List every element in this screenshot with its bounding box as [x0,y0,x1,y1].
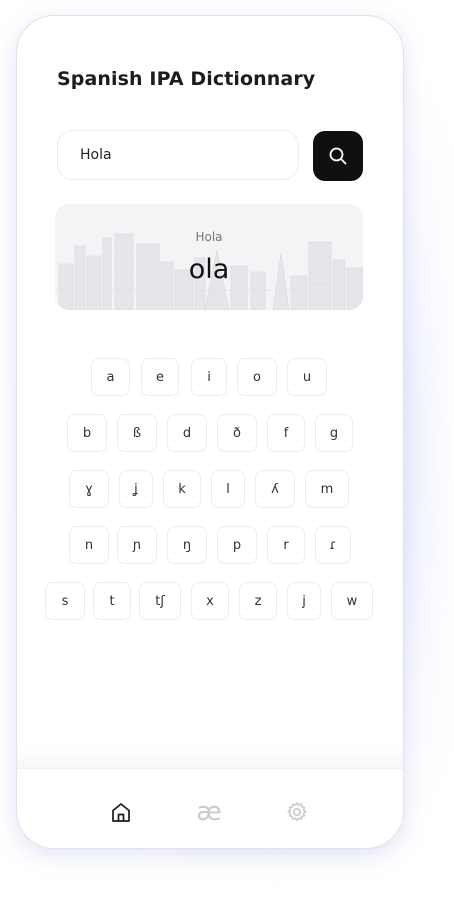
ipa-key[interactable]: j [287,582,321,620]
ipa-key[interactable]: i [191,358,227,396]
search-button[interactable] [313,131,363,181]
ipa-key[interactable]: tʃ [139,582,181,620]
keyboard-row-2: b ß d ð f g [17,414,403,454]
ipa-key[interactable]: ð [217,414,257,452]
result-word: Hola [195,230,223,244]
ipa-key[interactable]: ɲ [117,526,157,564]
ipa-key[interactable]: ɣ [69,470,109,508]
bottom-nav: æ [17,768,403,848]
ipa-key[interactable]: s [45,582,85,620]
ae-icon: æ [196,797,222,827]
ipa-key[interactable]: x [191,582,229,620]
result-card: Hola ola [55,204,363,310]
ipa-key[interactable]: r [267,526,305,564]
page-title: Spanish IPA Dictionnary [57,68,316,90]
ipa-key[interactable]: p [217,526,257,564]
ipa-key[interactable]: l [211,470,245,508]
nav-ipa[interactable]: æ [191,794,227,830]
ipa-key[interactable]: ʝ [119,470,153,508]
ipa-key[interactable]: b [67,414,107,452]
ipa-key[interactable]: ß [117,414,157,452]
ipa-key[interactable]: w [331,582,373,620]
ipa-key[interactable]: g [315,414,353,452]
ipa-key[interactable]: ʎ [255,470,295,508]
search-input[interactable] [57,130,299,180]
ipa-key[interactable]: u [287,358,327,396]
keyboard-row-3: ɣ ʝ k l ʎ m [17,470,403,510]
ipa-key[interactable]: e [141,358,179,396]
keyboard-row-5: s t tʃ x z j w [17,582,403,622]
ipa-key[interactable]: n [69,526,109,564]
ipa-key[interactable]: ɾ [315,526,351,564]
ipa-key[interactable]: o [237,358,277,396]
ipa-key[interactable]: m [305,470,349,508]
gear-icon [287,802,307,822]
nav-separator [17,746,403,770]
phone-frame: Spanish IPA Dictionnary Hola Hola ola a … [16,15,404,849]
keyboard-row-1: a e i o u [17,358,403,398]
ipa-key[interactable]: ŋ [167,526,207,564]
nav-home[interactable] [103,794,139,830]
result-ipa: ola [188,254,230,285]
ipa-key[interactable]: k [163,470,201,508]
ipa-key[interactable]: a [91,358,130,396]
search-icon [329,147,347,165]
nav-settings[interactable] [279,794,315,830]
ipa-key[interactable]: t [93,582,131,620]
ipa-key[interactable]: d [167,414,207,452]
home-icon [112,803,130,822]
ipa-key[interactable]: z [239,582,277,620]
ipa-key[interactable]: f [267,414,305,452]
keyboard-row-4: n ɲ ŋ p r ɾ [17,526,403,566]
